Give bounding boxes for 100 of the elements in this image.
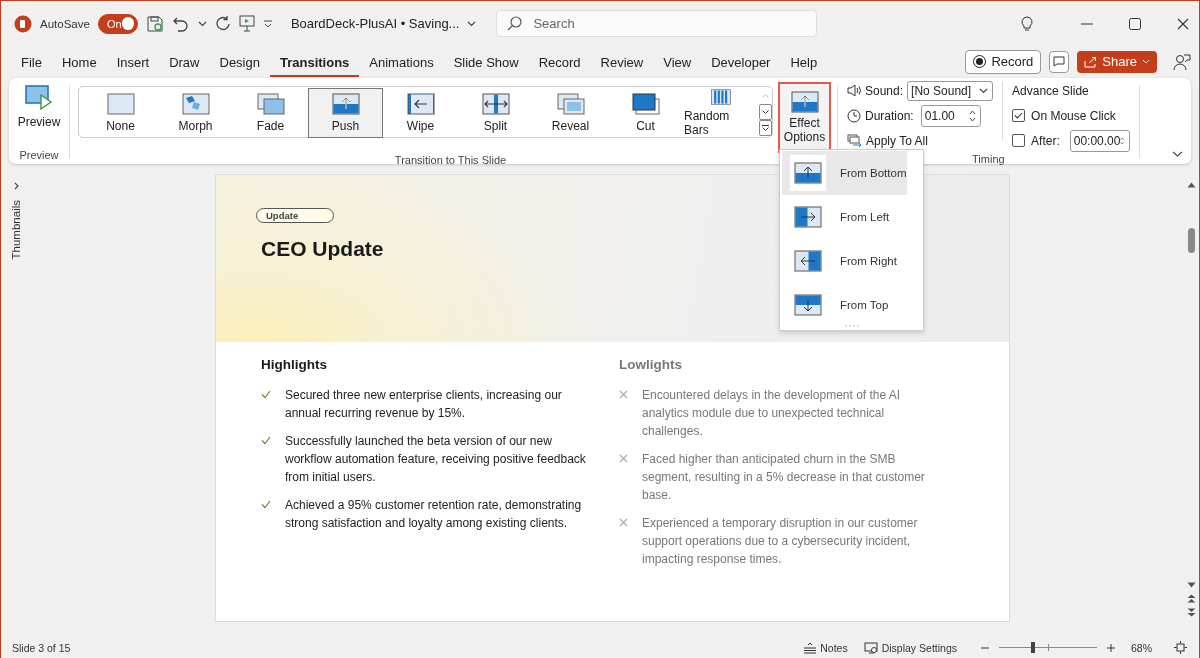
customize-icon[interactable] [262,19,273,28]
scroll-up-icon[interactable] [1186,182,1196,188]
scroll-down-button[interactable] [759,104,772,120]
transition-item[interactable]: Wipe [383,88,458,138]
transition-item[interactable]: Push [308,88,383,138]
bullet-text: Faced higher than anticipated churn in the SMB segment, resulting in a 5% decrease in that customer base. [642,451,926,504]
comments-button[interactable] [1049,50,1070,73]
checkmark-icon [261,500,271,509]
menu-tab[interactable]: Animations [359,48,444,77]
duration-label: Duration: [865,108,914,123]
preview-icon [25,85,53,111]
close-icon[interactable] [1177,17,1189,30]
transition-thumbnail-icon [556,93,585,115]
menu-tab[interactable]: Home [51,48,107,77]
bullet-text: Achieved a 95% customer retention rate, demonstrating strong satisfaction and loyalty among existing clients. [285,497,583,532]
effect-options-button[interactable]: Effect Options [778,82,831,153]
menu-item[interactable]: From Top [782,283,907,327]
next-slide-icon[interactable] [1186,608,1196,617]
notes-button[interactable]: Notes [803,641,848,654]
slideshow-icon[interactable] [238,15,255,32]
menu-tab[interactable]: Design [209,48,270,77]
transition-item[interactable]: Morph [158,88,233,138]
menu-tab[interactable]: Developer [701,48,781,77]
record-button[interactable]: Record [965,49,1042,74]
cross-icon [619,390,628,399]
search-field[interactable]: Search [496,10,818,37]
menu-tab[interactable]: File [11,48,52,77]
menu-tab[interactable]: Transitions [269,48,360,77]
previous-slide-icon[interactable] [1186,594,1196,603]
presence-icon[interactable] [1173,52,1191,71]
clock-icon [847,108,861,123]
record-icon [973,55,987,68]
menu-tab[interactable]: Draw [159,48,210,77]
cross-icon [619,454,628,463]
checkbox-label: On Mouse Click [1031,108,1116,123]
document-title[interactable]: BoardDeck-PlusAI • Saving... [290,16,460,31]
transition-item[interactable]: None [83,88,158,138]
lightbulb-icon[interactable] [1021,15,1033,32]
expand-panel-icon[interactable] [13,182,19,190]
transition-thumbnail-icon [181,93,210,115]
checkbox[interactable] [1012,134,1026,147]
transition-thumbnail-icon [406,93,435,115]
save-icon[interactable] [145,14,164,33]
tag-label: Update [256,208,334,223]
preview-button[interactable]: Preview [11,83,67,131]
redo-icon[interactable] [214,15,231,32]
transition-item[interactable]: Fade [233,88,308,138]
menu-tab[interactable]: Review [590,48,654,77]
section-heading: Highlights [261,357,328,372]
section-heading: Lowlights [619,357,683,372]
autosave-toggle[interactable]: On [97,13,138,34]
slide-counter: Slide 3 of 15 [12,641,71,654]
checkmark-icon [261,390,271,399]
apply-to-all-button[interactable]: Apply To All [847,133,928,148]
scrollbar-thumb[interactable] [1187,228,1195,253]
maximize-icon[interactable] [1129,17,1141,30]
bullet-text: Successfully launched the beta version of our new workflow automation feature, receiving positive feedback from initial users. [285,433,587,486]
group-label: Preview [19,148,59,163]
transition-item[interactable]: Split [458,88,533,138]
zoom-in-icon[interactable] [1107,643,1115,652]
caret-icon[interactable] [467,20,477,27]
undo-icon[interactable] [171,15,190,32]
menu-item[interactable]: From Bottom [782,151,907,195]
caret-icon[interactable] [197,20,207,27]
push-direction-icon [794,294,822,316]
menu-item[interactable]: From Left [782,195,907,239]
app-logo [14,14,32,33]
menu-tab[interactable]: Insert [106,48,160,77]
group-label: Timing [972,152,1005,166]
transition-item[interactable]: Cut [608,88,683,138]
display-settings-button[interactable]: Display Settings [863,641,957,654]
checkmark-icon [1014,112,1024,119]
checkbox-label: After: [1031,133,1060,148]
menu-tab[interactable]: Help [780,48,828,77]
menu-tab[interactable]: Slide Show [443,48,529,77]
checkbox[interactable] [1012,109,1026,122]
speaker-icon [847,84,861,97]
spinner-icon[interactable] [968,109,976,122]
search-icon [507,16,523,31]
zoom-level[interactable]: 68% [1131,641,1152,654]
sound-dropdown[interactable]: [No Sound] [907,80,994,101]
collapse-ribbon-icon[interactable] [1172,151,1183,157]
transition-item[interactable]: Reveal [533,88,608,138]
fit-slide-icon[interactable] [1174,641,1187,654]
zoom-out-icon[interactable] [981,646,989,649]
menu-tab[interactable]: Record [528,48,591,77]
autosave-label: AutoSave [40,17,90,30]
share-button[interactable]: Share [1077,50,1157,73]
transition-thumbnail-icon [331,93,360,115]
duration-field[interactable]: 01.00 [920,104,981,127]
transition-thumbnail-icon [481,93,510,115]
minimize-icon[interactable] [1081,22,1093,25]
after-time-field[interactable]: 00:00.00 [1069,129,1130,152]
bullet-text: Experienced a temporary disruption in our customer support operations due to a cybersecurity incident, impacting response times. [642,515,919,568]
more-button[interactable] [759,120,772,136]
thumbnails-label[interactable]: Thumbnails [10,200,22,260]
scroll-down-icon[interactable] [1186,582,1196,588]
transition-item[interactable]: Random Bars [683,88,758,138]
menu-tab[interactable]: View [653,48,702,77]
menu-item[interactable]: From Right [782,239,907,283]
